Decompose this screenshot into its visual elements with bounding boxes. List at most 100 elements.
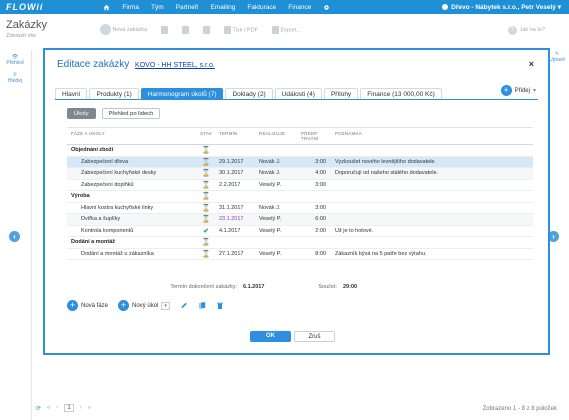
task-row[interactable]: Kontrola komponentů ✔ 4.1.2017 Veselý P. 2:0… bbox=[67, 226, 533, 237]
add-button[interactable]: + Přidej ▾ bbox=[500, 85, 536, 96]
duration-cell: 3:00 bbox=[315, 181, 326, 188]
edit-icon[interactable] bbox=[161, 25, 169, 34]
sidebar-filter-label: Hledej bbox=[7, 78, 23, 84]
first-page-icon[interactable]: « bbox=[47, 405, 50, 411]
nav-item-firma[interactable]: Firma bbox=[122, 4, 139, 11]
hourglass-icon[interactable]: ⌛ bbox=[202, 147, 211, 154]
hourglass-icon[interactable]: ⌛ bbox=[202, 216, 211, 223]
chevron-down-icon[interactable]: ▾ bbox=[533, 87, 536, 94]
new-task-button[interactable]: + Nový úkol ▾ bbox=[118, 300, 170, 311]
home-icon[interactable] bbox=[103, 4, 110, 11]
hourglass-icon[interactable]: ⌛ bbox=[202, 182, 211, 189]
table-body: Objednání zboží ⌛ Zabezpečení dřeva ⌛ 29.1.2… bbox=[67, 145, 533, 260]
copy-icon[interactable] bbox=[182, 25, 190, 34]
help-link[interactable]: ? Jak na to? bbox=[507, 26, 545, 35]
col-duration-line2: TRVÁNÍ bbox=[301, 136, 319, 141]
main-nav: Firma Tým Partneři Emailing Fakturace Fi… bbox=[103, 4, 330, 11]
tab-attachments[interactable]: Přílohy bbox=[323, 88, 359, 99]
tab-documents[interactable]: Doklady (2) bbox=[225, 88, 273, 99]
nav-item-fakturace[interactable]: Fakturace bbox=[247, 4, 276, 11]
tab-products[interactable]: Produkty (1) bbox=[89, 88, 139, 99]
task-row[interactable]: Hlavní kostra kuchyňské linky ⌛ 31.1.2017 N… bbox=[67, 203, 533, 214]
phase-row[interactable]: Objednání zboží ⌛ bbox=[67, 145, 533, 157]
nav-item-finance[interactable]: Finance bbox=[288, 4, 311, 11]
right-edit-button[interactable]: ✎ Upravit bbox=[546, 51, 568, 63]
edit-icon[interactable] bbox=[180, 301, 188, 310]
page-number[interactable]: 1 bbox=[64, 404, 74, 412]
prev-page-icon[interactable]: ‹ bbox=[56, 405, 58, 411]
gear-icon[interactable] bbox=[323, 4, 330, 11]
phase-row[interactable]: Výroba ⌛ bbox=[67, 191, 533, 203]
duration-cell: 3:00 bbox=[315, 204, 326, 211]
page-subtitle[interactable]: Zobrazit vše bbox=[6, 33, 36, 39]
assignee-cell: Veselý P. bbox=[259, 216, 282, 223]
chevron-right-icon[interactable]: › bbox=[548, 231, 559, 242]
print-label: Tisk / PDF bbox=[232, 26, 258, 33]
col-name[interactable]: FÁZE A ÚKOLY bbox=[67, 128, 193, 144]
tab-finance[interactable]: Finance (13 000,00 Kč) bbox=[360, 88, 442, 99]
dialog-title-text: Editace zakázky bbox=[57, 59, 130, 70]
col-duration[interactable]: PŘEDP. TRVÁNÍ bbox=[301, 128, 331, 144]
sum-label: Součet: bbox=[318, 284, 337, 290]
task-row[interactable]: Dodání a montáž u zákazníka ⌛ 27.1.2017 Ves… bbox=[67, 249, 533, 260]
trash-icon[interactable] bbox=[203, 25, 211, 34]
nav-item-tym[interactable]: Tým bbox=[151, 4, 164, 11]
app-logo[interactable]: FLOWii bbox=[6, 2, 43, 12]
hourglass-icon[interactable]: ⌛ bbox=[202, 251, 211, 258]
task-name: Zabezpečení doplňků bbox=[81, 181, 134, 188]
item-count: Zobrazeno 1 - 8 z 8 položek bbox=[482, 406, 557, 412]
col-assignee[interactable]: REALIZUJE bbox=[259, 128, 301, 144]
close-icon[interactable]: × bbox=[529, 59, 534, 69]
task-name: Dodání a montáž bbox=[71, 239, 116, 246]
task-row[interactable]: Zabezpečení kuchyňské desky ⌛ 30.1.2017 Nov… bbox=[67, 168, 533, 180]
ok-button[interactable]: OK bbox=[250, 331, 291, 342]
copy-icon[interactable] bbox=[198, 301, 206, 310]
duration-cell: 3:00 bbox=[315, 158, 326, 165]
user-menu[interactable]: Dřevo - Nábytek s.r.o., Petr Veselý ▾ bbox=[442, 3, 561, 11]
nav-item-partneri[interactable]: Partneři bbox=[176, 4, 199, 11]
subtab-by-people[interactable]: Přehled po lidech bbox=[101, 108, 161, 119]
tab-schedule[interactable]: Harmonogram úkolů (7) bbox=[140, 88, 224, 99]
refresh-icon[interactable]: ⟳ bbox=[36, 405, 41, 412]
cancel-button[interactable]: Zruš bbox=[294, 331, 335, 342]
plus-icon: + bbox=[500, 85, 512, 96]
task-row[interactable]: Dvířka a šuplíky ⌛ 23.1.2017 Veselý P. 6:00 bbox=[67, 214, 533, 226]
chevron-left-icon[interactable]: ‹ bbox=[9, 231, 20, 242]
subtab-tasks[interactable]: Úkoly bbox=[67, 108, 96, 119]
state-cell: ⌛ bbox=[193, 169, 219, 177]
state-cell: ⌛ bbox=[193, 215, 219, 223]
tab-events[interactable]: Události (4) bbox=[274, 88, 322, 99]
col-note[interactable]: POZNÁMKA bbox=[331, 128, 533, 144]
task-row[interactable]: Zabezpečení doplňků ⌛ 2.2.2017 Veselý P. 3:0… bbox=[67, 180, 533, 191]
toolbar: Nová zakázka Tisk / PDF Export... bbox=[100, 24, 301, 35]
customer-link[interactable]: KOVO - HH STEEL, s.r.o. bbox=[135, 62, 215, 69]
state-cell: ⌛ bbox=[193, 204, 219, 212]
hourglass-icon[interactable]: ⌛ bbox=[202, 205, 211, 212]
assignee-cell: Novák J. bbox=[259, 204, 281, 211]
print-button[interactable]: Tisk / PDF bbox=[224, 25, 258, 34]
view-switch: Úkoly Přehled po lidech bbox=[67, 108, 161, 119]
export-button[interactable]: Export... bbox=[271, 25, 301, 34]
sidebar-item-overview[interactable]: 👁 Přehled bbox=[4, 54, 26, 66]
state-cell: ⌛ bbox=[193, 146, 219, 154]
new-order-button[interactable]: Nová zakázka bbox=[100, 24, 147, 35]
last-page-icon[interactable]: » bbox=[88, 405, 91, 411]
chevron-down-icon[interactable]: ▾ bbox=[161, 301, 170, 310]
hourglass-icon[interactable]: ⌛ bbox=[202, 170, 211, 177]
question-icon: ? bbox=[507, 26, 517, 35]
phase-row[interactable]: Dodání a montáž ⌛ bbox=[67, 237, 533, 249]
hourglass-icon[interactable]: ⌛ bbox=[202, 193, 211, 200]
nav-item-emailing[interactable]: Emailing bbox=[210, 4, 235, 11]
hourglass-icon[interactable]: ⌛ bbox=[202, 159, 211, 166]
next-page-icon[interactable]: › bbox=[80, 405, 82, 411]
new-phase-button[interactable]: + Nová fáze bbox=[67, 300, 108, 311]
sidebar-item-filter[interactable]: ⚲ Hledej bbox=[4, 72, 26, 84]
hourglass-icon[interactable]: ⌛ bbox=[202, 239, 211, 246]
assignee-cell: Veselý P. bbox=[259, 227, 282, 234]
tab-main[interactable]: Hlavní bbox=[55, 88, 88, 99]
col-term[interactable]: TERMÍN bbox=[219, 128, 259, 144]
check-icon[interactable]: ✔ bbox=[203, 228, 209, 235]
trash-icon[interactable] bbox=[216, 301, 224, 310]
col-state[interactable]: STAV bbox=[193, 128, 219, 144]
task-row[interactable]: Zabezpečení dřeva ⌛ 29.1.2017 Novák J. 3:00 V… bbox=[67, 156, 533, 168]
